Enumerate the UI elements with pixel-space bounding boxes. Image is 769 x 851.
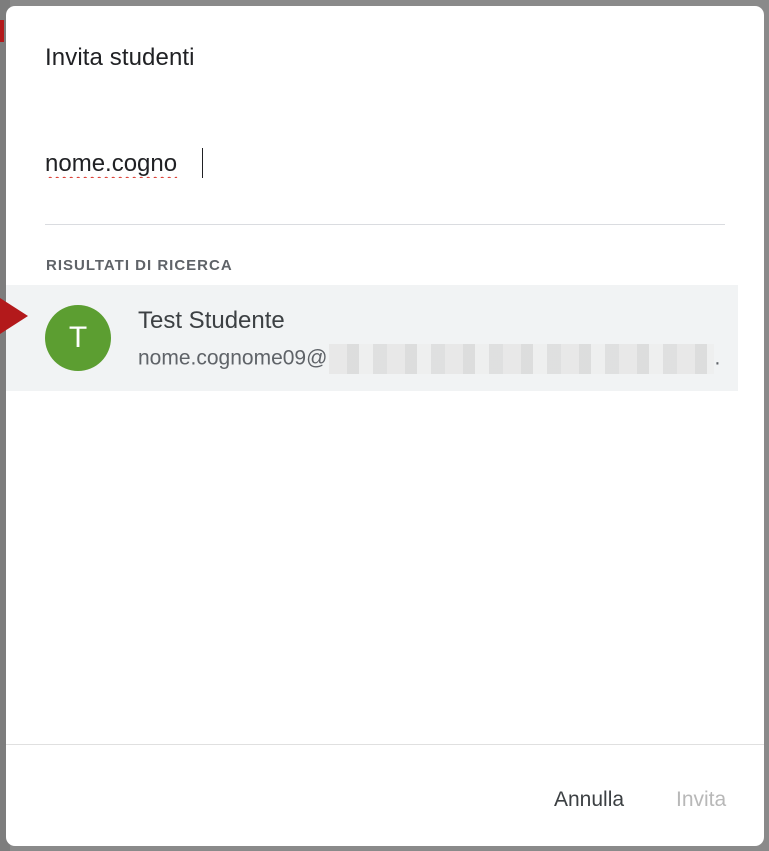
email-suffix: . (714, 346, 721, 370)
footer-divider (6, 744, 764, 745)
result-item[interactable]: T Test Studente nome.cognome09@. (6, 285, 738, 391)
search-field (45, 146, 725, 226)
text-caret (202, 148, 203, 178)
invite-students-dialog: Invita studenti RISULTATI DI RICERCA T T… (6, 6, 764, 846)
pointer-arrow-icon (0, 298, 28, 334)
results-header: RISULTATI DI RICERCA (46, 257, 233, 274)
background-accent (0, 20, 4, 42)
search-input[interactable] (45, 146, 725, 182)
avatar-initial: T (68, 321, 88, 354)
invite-button[interactable]: Invita (676, 788, 726, 812)
student-name: Test Studente (138, 307, 285, 334)
input-divider (45, 224, 725, 225)
student-email: nome.cognome09@. (138, 344, 720, 374)
avatar: T (45, 305, 111, 371)
dialog-title: Invita studenti (45, 44, 195, 71)
email-redacted-area (329, 344, 715, 374)
cancel-button[interactable]: Annulla (554, 788, 624, 812)
email-visible: nome.cognome09@ (138, 346, 328, 370)
